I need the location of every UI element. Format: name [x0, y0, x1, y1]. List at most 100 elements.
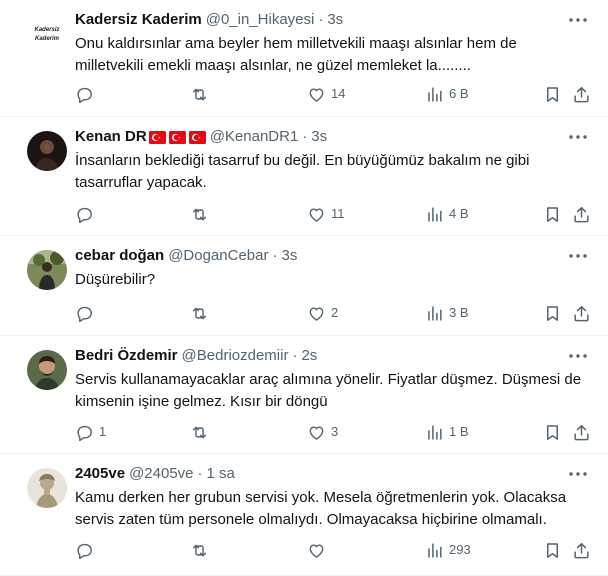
tweet-body: Kenan DR @KenanDR1 · 3s İnsanların bekle…	[75, 127, 588, 194]
avatar[interactable]	[27, 350, 67, 390]
views-bar-chart-icon	[428, 86, 442, 102]
reply-button[interactable]	[75, 84, 99, 104]
user-handle[interactable]: @KenanDR1	[210, 127, 299, 147]
reply-button[interactable]: 1	[75, 422, 106, 442]
tweet-header: Kenan DR @KenanDR1 · 3s	[75, 127, 588, 147]
tweet-header: 2405ve @2405ve · 1 sa	[75, 464, 588, 484]
share-button[interactable]	[572, 422, 591, 442]
tweet-header: Kadersiz Kaderim @0_in_Hikayesi · 3s	[75, 10, 588, 30]
avatar[interactable]	[27, 131, 67, 171]
views-button[interactable]: 4 B	[425, 204, 469, 224]
tweet-header: cebar doğan @DoganCebar · 3s	[75, 246, 588, 266]
retweet-button[interactable]	[190, 422, 214, 442]
bookmark-icon	[546, 86, 559, 102]
tweet[interactable]: Bedri Özdemir @Bedriozdemiir · 2s Servis…	[0, 336, 608, 454]
man-portrait-avatar	[27, 350, 67, 390]
tweet-actions: 293	[75, 540, 598, 560]
like-button[interactable]: 14	[307, 84, 345, 104]
avatar[interactable]: Kadersiz Kaderim	[27, 14, 67, 54]
display-name[interactable]: Kadersiz Kaderim	[75, 10, 202, 30]
display-name[interactable]: cebar doğan	[75, 246, 164, 266]
views-button[interactable]: 293	[425, 540, 471, 560]
user-handle[interactable]: @2405ve	[129, 464, 193, 484]
view-count: 4 B	[449, 206, 469, 221]
avatar-logo-line-1: Kadersiz	[34, 27, 59, 33]
avatar-logo-line-2: Kaderim	[35, 36, 60, 42]
retweet-icon	[192, 307, 207, 319]
tweet-actions: 2 3 B	[75, 303, 598, 323]
bookmark-button[interactable]	[543, 540, 562, 560]
display-name[interactable]: Kenan DR	[75, 127, 147, 147]
retweet-button[interactable]	[190, 84, 214, 104]
timestamp[interactable]: 1 sa	[207, 464, 235, 484]
bookmark-button[interactable]	[543, 84, 562, 104]
tweet-header: Bedri Özdemir @Bedriozdemiir · 2s	[75, 346, 588, 366]
like-button[interactable]	[307, 540, 331, 560]
timestamp[interactable]: 2s	[301, 346, 317, 366]
reply-count: 1	[99, 424, 107, 439]
separator-dot: ·	[318, 11, 324, 28]
more-dots-icon[interactable]	[568, 10, 588, 30]
more-dots-icon[interactable]	[568, 127, 588, 147]
bookmark-button[interactable]	[543, 204, 562, 224]
turkey-flag-icon	[188, 130, 206, 144]
bookmark-button[interactable]	[543, 303, 562, 323]
statue-avatar	[27, 468, 67, 508]
tweet-body: Kadersiz Kaderim @0_in_Hikayesi · 3s Onu…	[75, 10, 588, 77]
share-button[interactable]	[572, 540, 591, 560]
reply-bubble-icon	[77, 87, 92, 103]
text-logo-avatar: Kadersiz Kaderim	[27, 14, 67, 54]
views-button[interactable]: 3 B	[425, 303, 469, 323]
share-upload-icon	[574, 86, 589, 102]
reply-button[interactable]	[75, 540, 99, 560]
retweet-icon	[192, 544, 207, 556]
like-button[interactable]: 3	[307, 422, 338, 442]
retweet-icon	[192, 208, 207, 220]
more-dots-icon[interactable]	[568, 246, 588, 266]
retweet-icon	[192, 88, 207, 100]
timestamp[interactable]: 3s	[327, 10, 343, 30]
timestamp[interactable]: 3s	[311, 127, 327, 147]
heart-icon	[309, 543, 324, 558]
more-dots-icon[interactable]	[568, 346, 588, 366]
user-handle[interactable]: @DoganCebar	[168, 246, 268, 266]
share-upload-icon	[574, 542, 589, 558]
views-button[interactable]: 6 B	[425, 84, 469, 104]
reply-button[interactable]	[75, 303, 99, 323]
bookmark-button[interactable]	[543, 422, 562, 442]
views-bar-chart-icon	[428, 305, 442, 321]
reply-bubble-icon	[77, 543, 92, 559]
like-count: 3	[331, 424, 339, 439]
retweet-button[interactable]	[190, 303, 214, 323]
reply-bubble-icon	[77, 306, 92, 322]
share-button[interactable]	[572, 204, 591, 224]
avatar[interactable]	[27, 250, 67, 290]
share-upload-icon	[574, 424, 589, 440]
tweet[interactable]: 2405ve @2405ve · 1 sa Kamu derken her gr…	[0, 454, 608, 576]
display-name[interactable]: Bedri Özdemir	[75, 346, 178, 366]
outdoor-person-avatar	[27, 250, 67, 290]
like-button[interactable]: 11	[307, 204, 345, 224]
user-handle[interactable]: @Bedriozdemiir	[182, 346, 289, 366]
tweet[interactable]: Kadersiz Kaderim Kadersiz Kaderim @0_in_…	[0, 0, 608, 117]
dark-portrait-avatar	[27, 131, 67, 171]
tweet[interactable]: Kenan DR @KenanDR1 · 3s İnsanların bekle…	[0, 117, 608, 236]
avatar[interactable]	[27, 468, 67, 508]
bookmark-icon	[546, 206, 559, 222]
retweet-button[interactable]	[190, 204, 214, 224]
timestamp[interactable]: 3s	[281, 246, 297, 266]
tweet-actions: 14 6 B	[75, 84, 598, 104]
user-handle[interactable]: @0_in_Hikayesi	[206, 10, 315, 30]
share-button[interactable]	[572, 84, 591, 104]
share-button[interactable]	[572, 303, 591, 323]
like-count: 14	[331, 86, 346, 101]
views-button[interactable]: 1 B	[425, 422, 469, 442]
tweet[interactable]: cebar doğan @DoganCebar · 3s Düşürebilir…	[0, 236, 608, 336]
display-name[interactable]: 2405ve	[75, 464, 125, 484]
tweet-feed: Kadersiz Kaderim Kadersiz Kaderim @0_in_…	[0, 0, 608, 576]
bookmark-icon	[546, 424, 559, 440]
more-dots-icon[interactable]	[568, 464, 588, 484]
reply-button[interactable]	[75, 204, 99, 224]
like-button[interactable]: 2	[307, 303, 338, 323]
retweet-button[interactable]	[190, 540, 214, 560]
